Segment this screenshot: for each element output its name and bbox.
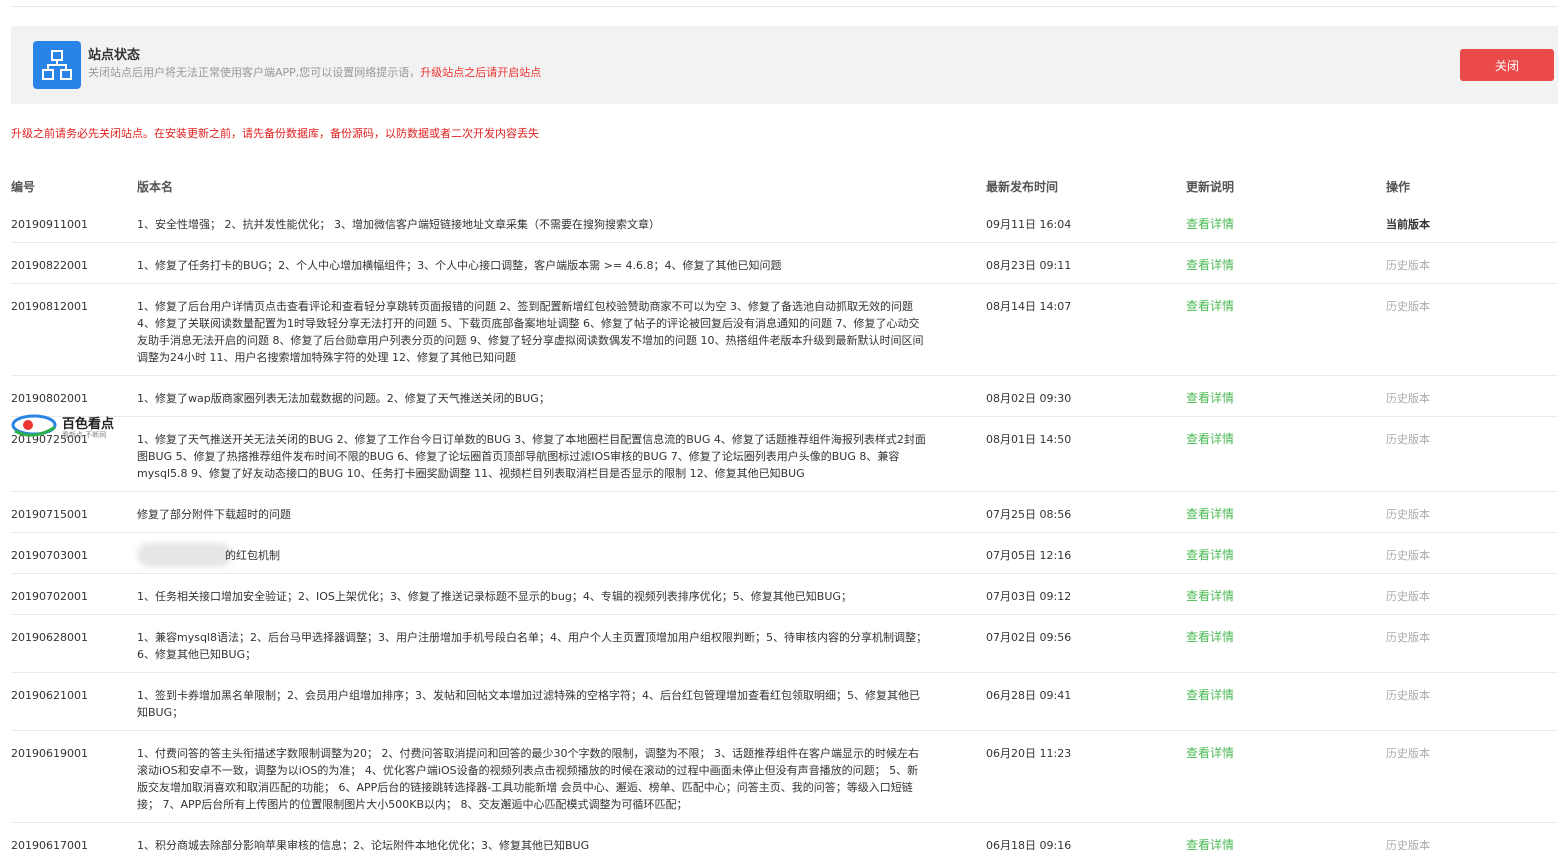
row-release-time: 06月28日 09:41: [986, 689, 1072, 702]
view-details-link[interactable]: 查看详情: [1186, 257, 1234, 274]
status-title: 站点状态: [88, 48, 141, 63]
row-id: 20190715001: [11, 508, 88, 521]
row-release-time: 08月23日 09:11: [986, 259, 1072, 272]
row-status: 历史版本: [1386, 631, 1430, 644]
row-id: 20190822001: [11, 259, 88, 272]
view-details-link[interactable]: 查看详情: [1186, 629, 1234, 646]
view-details-link[interactable]: 查看详情: [1186, 687, 1234, 704]
table-row: 20190702001 1、任务相关接口增加安全验证；2、IOS上架优化；3、修复…: [11, 574, 1558, 615]
status-desc-warning: 升级站点之后请开启站点: [420, 66, 542, 79]
view-details-link[interactable]: 查看详情: [1186, 547, 1234, 564]
table-row: 20190703001 的红包机制 07月05日 12:16 查看详情 历史版本: [11, 533, 1558, 574]
row-version-name: 1、修复了天气推送开关无法关闭的BUG 2、修复了工作台今日订单数的BUG 3、…: [137, 433, 926, 480]
row-version-name: 1、安全性增强； 2、抗并发性能优化； 3、增加微信客户端短链接地址文章采集（不…: [137, 218, 660, 231]
row-version-name: 的红包机制: [225, 549, 280, 562]
row-status: 历史版本: [1386, 839, 1430, 850]
view-details-link[interactable]: 查看详情: [1186, 837, 1234, 850]
status-desc-text: 关闭站点后用户将无法正常使用客户端APP,您可以设置网络提示语，: [88, 66, 421, 79]
row-id: 20190619001: [11, 747, 88, 760]
row-version-name: 1、修复了任务打卡的BUG；2、个人中心增加横幅组件；3、个人中心接口调整，客户…: [137, 259, 782, 272]
version-table: 编号 版本名 最新发布时间 更新说明 操作 20190911001 1、安全性增强…: [11, 170, 1558, 850]
watermark-logo-icon: [11, 414, 57, 437]
table-row: 20190715001 修复了部分附件下载超时的问题 07月25日 08:56 查看详…: [11, 492, 1558, 533]
table-header: 编号 版本名 最新发布时间 更新说明 操作: [11, 170, 1558, 202]
header-notes: 更新说明: [1186, 180, 1235, 194]
header-id: 编号: [11, 180, 36, 194]
redacted-blur: [137, 543, 232, 567]
close-site-button[interactable]: 关闭: [1460, 49, 1554, 81]
sitemap-icon: [33, 41, 81, 89]
table-row: 20190812001 1、修复了后台用户详情页点击查看评论和查看轻分享跳转页面报…: [11, 284, 1558, 376]
view-details-link[interactable]: 查看详情: [1186, 506, 1234, 523]
row-id: 20190812001: [11, 300, 88, 313]
row-version-name: 1、付费问答的答主头衔描述字数限制调整为20； 2、付费问答取消提问和回答的最少…: [137, 747, 919, 811]
row-status: 当前版本: [1386, 218, 1430, 231]
view-details-link[interactable]: 查看详情: [1186, 431, 1234, 448]
row-status: 历史版本: [1386, 300, 1430, 313]
row-version-name: 1、修复了后台用户详情页点击查看评论和查看轻分享跳转页面报错的问题 2、签到配置…: [137, 300, 924, 364]
row-version-name: 1、兼容mysql8语法；2、后台马甲选择器调整；3、用户注册增加手机号段白名单…: [137, 631, 927, 661]
table-row: 20190911001 1、安全性增强； 2、抗并发性能优化； 3、增加微信客户端…: [11, 202, 1558, 243]
row-status: 历史版本: [1386, 747, 1430, 760]
row-release-time: 08月14日 14:07: [986, 300, 1072, 313]
view-details-link[interactable]: 查看详情: [1186, 588, 1234, 605]
row-status: 历史版本: [1386, 590, 1430, 603]
row-status: 历史版本: [1386, 392, 1430, 405]
row-release-time: 08月01日 14:50: [986, 433, 1072, 446]
view-details-link[interactable]: 查看详情: [1186, 216, 1234, 233]
row-id: 20190628001: [11, 631, 88, 644]
table-row: 20190628001 1、兼容mysql8语法；2、后台马甲选择器调整；3、用户…: [11, 615, 1558, 673]
row-release-time: 07月05日 12:16: [986, 549, 1072, 562]
table-row: 20190802001 1、修复了wap版商家圈列表无法加载数据的问题。2、修复了…: [11, 376, 1558, 417]
row-status: 历史版本: [1386, 549, 1430, 562]
row-version-name: 1、修复了wap版商家圈列表无法加载数据的问题。2、修复了天气推送关闭的BUG；: [137, 392, 550, 405]
row-release-time: 09月11日 16:04: [986, 218, 1072, 231]
row-id: 20190702001: [11, 590, 88, 603]
row-release-time: 07月02日 09:56: [986, 631, 1072, 644]
table-row: 20190725001 1、修复了天气推送开关无法关闭的BUG 2、修复了工作台今…: [11, 417, 1558, 492]
upgrade-warning: 升级之前请务必先关闭站点。在安装更新之前，请先备份数据库，备份源码，以防数据或者…: [11, 127, 539, 140]
row-id: 20190703001: [11, 549, 88, 562]
view-details-link[interactable]: 查看详情: [1186, 390, 1234, 407]
row-id: 20190911001: [11, 218, 88, 231]
top-divider: [11, 6, 1558, 7]
row-version-name: 修复了部分附件下载超时的问题: [137, 508, 291, 521]
header-op: 操作: [1386, 180, 1411, 194]
row-id: 20190802001: [11, 392, 88, 405]
row-release-time: 06月18日 09:16: [986, 839, 1072, 850]
header-name: 版本名: [137, 180, 174, 194]
header-time: 最新发布时间: [986, 180, 1059, 194]
table-row: 20190617001 1、积分商城去除部分影响苹果审核的信息；2、论坛附件本地化…: [11, 823, 1558, 850]
status-description: 关闭站点后用户将无法正常使用客户端APP,您可以设置网络提示语，升级站点之后请开…: [88, 64, 541, 80]
row-version-name: 1、积分商城去除部分影响苹果审核的信息；2、论坛附件本地化优化；3、修复其他已知…: [137, 839, 590, 850]
table-row: 20190619001 1、付费问答的答主头衔描述字数限制调整为20； 2、付费问…: [11, 731, 1558, 823]
row-release-time: 08月02日 09:30: [986, 392, 1072, 405]
watermark: 百色看点 看新点 不断网: [11, 411, 126, 441]
row-release-time: 07月25日 08:56: [986, 508, 1072, 521]
view-details-link[interactable]: 查看详情: [1186, 745, 1234, 762]
row-status: 历史版本: [1386, 508, 1430, 521]
row-status: 历史版本: [1386, 259, 1430, 272]
watermark-subtext: 看新点 不断网: [62, 431, 107, 439]
row-release-time: 06月20日 11:23: [986, 747, 1072, 760]
row-id: 20190617001: [11, 839, 88, 850]
site-status-panel: 站点状态 关闭站点后用户将无法正常使用客户端APP,您可以设置网络提示语，升级站…: [11, 26, 1558, 104]
row-id: 20190621001: [11, 689, 88, 702]
table-row: 20190822001 1、修复了任务打卡的BUG；2、个人中心增加横幅组件；3、…: [11, 243, 1558, 284]
view-details-link[interactable]: 查看详情: [1186, 298, 1234, 315]
row-version-name: 1、任务相关接口增加安全验证；2、IOS上架优化；3、修复了推送记录标题不显示的…: [137, 590, 852, 603]
row-status: 历史版本: [1386, 689, 1430, 702]
row-version-name: 1、签到卡券增加黑名单限制；2、会员用户组增加排序；3、发帖和回帖文本增加过滤特…: [137, 689, 920, 719]
row-status: 历史版本: [1386, 433, 1430, 446]
table-row: 20190621001 1、签到卡券增加黑名单限制；2、会员用户组增加排序；3、发…: [11, 673, 1558, 731]
row-release-time: 07月03日 09:12: [986, 590, 1072, 603]
